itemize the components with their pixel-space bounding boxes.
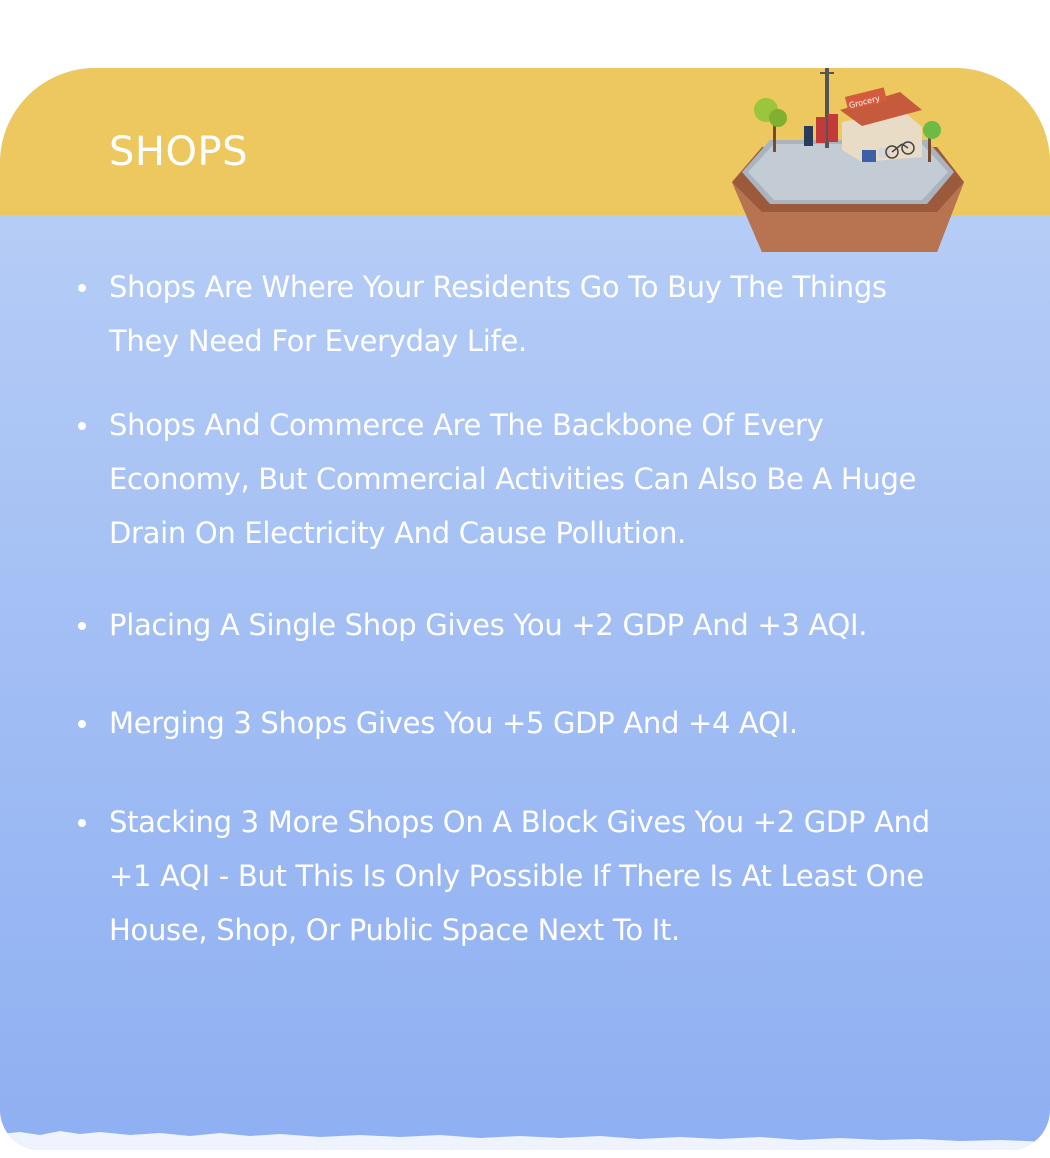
bullet-item: Stacking 3 More Shops On A Block Gives Y… <box>78 795 939 957</box>
bullet-item: Merging 3 Shops Gives You +5 GDP And +4 … <box>78 696 939 750</box>
grocery-shop-icon: Grocery <box>732 68 964 252</box>
bullet-item: Placing A Single Shop Gives You +2 GDP A… <box>78 598 939 652</box>
rough-bottom-edge <box>0 1131 1050 1150</box>
card-title: SHOPS <box>109 129 248 175</box>
bullet-item: Shops Are Where Your Residents Go To Buy… <box>78 260 939 368</box>
bullet-item: Shops And Commerce Are The Backbone Of E… <box>78 398 939 560</box>
